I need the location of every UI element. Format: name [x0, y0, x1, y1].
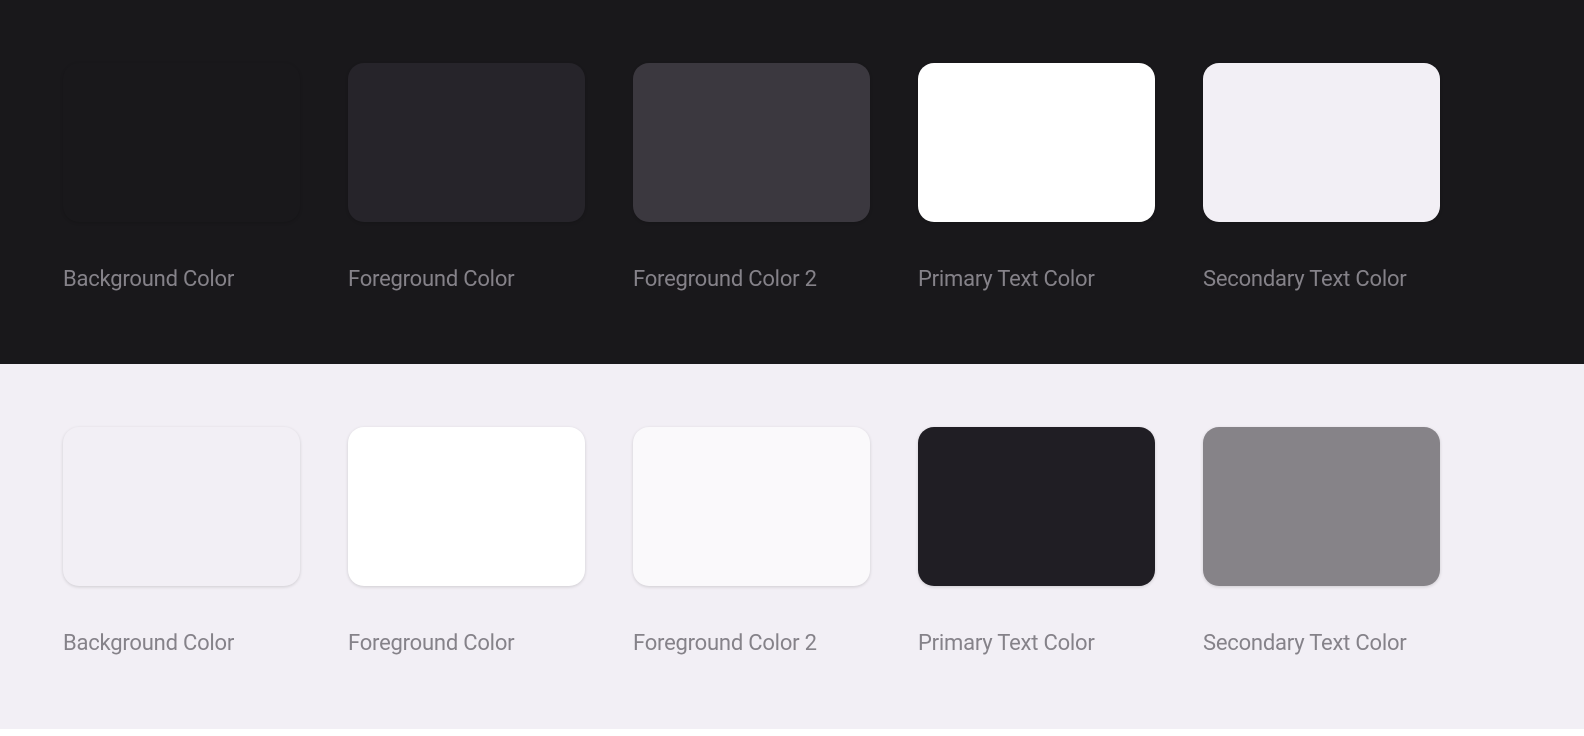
swatch-item: Foreground Color 2 [633, 427, 870, 679]
color-swatch [918, 427, 1155, 586]
swatch-label: Secondary Text Color [1203, 627, 1440, 661]
color-swatch [1203, 63, 1440, 222]
color-swatch [63, 63, 300, 222]
color-swatch [63, 427, 300, 586]
color-swatch [1203, 427, 1440, 586]
color-swatch [348, 427, 585, 586]
swatch-item: Foreground Color [348, 63, 585, 314]
swatch-item: Foreground Color [348, 427, 585, 679]
swatch-label: Background Color [63, 263, 300, 297]
swatch-item: Primary Text Color [918, 427, 1155, 679]
swatch-label: Foreground Color [348, 627, 585, 661]
swatch-label: Foreground Color 2 [633, 627, 870, 661]
swatch-label: Foreground Color 2 [633, 263, 870, 297]
swatch-label: Secondary Text Color [1203, 263, 1440, 297]
swatch-label: Primary Text Color [918, 627, 1155, 661]
swatch-item: Background Color [63, 427, 300, 679]
swatch-item: Primary Text Color [918, 63, 1155, 314]
swatch-label: Background Color [63, 627, 300, 661]
swatch-label: Foreground Color [348, 263, 585, 297]
swatch-item: Secondary Text Color [1203, 63, 1440, 314]
color-swatch [633, 63, 870, 222]
color-swatch [633, 427, 870, 586]
color-swatch [918, 63, 1155, 222]
color-swatch [348, 63, 585, 222]
swatch-item: Secondary Text Color [1203, 427, 1440, 679]
palette-section-light: Background Color Foreground Color Foregr… [0, 364, 1584, 729]
palette-section-dark: Background Color Foreground Color Foregr… [0, 0, 1584, 364]
swatch-item: Foreground Color 2 [633, 63, 870, 314]
swatch-item: Background Color [63, 63, 300, 314]
swatch-label: Primary Text Color [918, 263, 1155, 297]
